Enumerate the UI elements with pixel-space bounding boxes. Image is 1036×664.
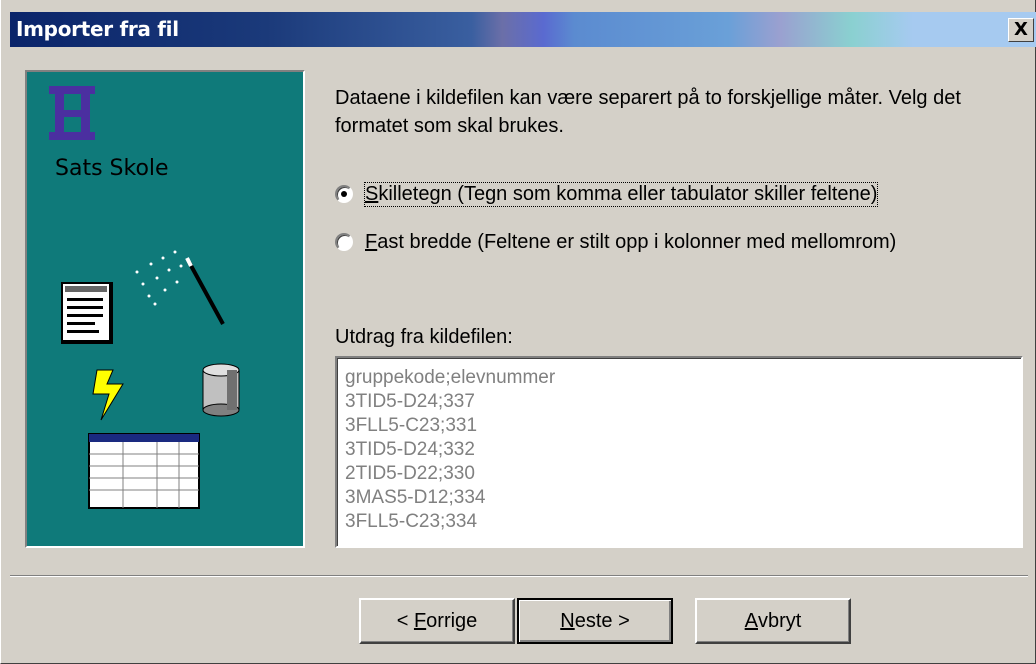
database-icon xyxy=(202,363,240,417)
divider xyxy=(10,575,1028,577)
document-icon xyxy=(61,282,113,344)
back-rest: orrige xyxy=(426,609,478,632)
intro-text: Dataene i kildefilen kan være separert p… xyxy=(335,87,961,137)
wizard-illustration xyxy=(49,86,240,509)
wizard-side-panel: Sats Skole xyxy=(25,70,305,548)
cancel-mnemonic: A xyxy=(744,609,758,632)
logo-text: Sats Skole xyxy=(55,156,169,181)
radio-button-checked[interactable] xyxy=(335,185,353,203)
excerpt-line: 3TID5-D24;332 xyxy=(345,439,475,460)
back-button[interactable]: < Forrige xyxy=(359,598,515,644)
table-icon xyxy=(88,433,200,509)
radio-option-delimited[interactable]: Skilletegn (Tegn som komma eller tabulat… xyxy=(335,180,879,208)
back-prefix: < xyxy=(396,609,414,632)
radio-option-fixed-width[interactable]: Fast bredde (Feltene er stilt opp i kolo… xyxy=(335,228,896,256)
lightning-icon xyxy=(92,369,124,421)
excerpt-line: 3TID5-D24;337 xyxy=(345,391,475,412)
radio-label-fixed-width[interactable]: Fast bredde (Feltene er stilt opp i kolo… xyxy=(365,231,896,254)
excerpt-line: gruppekode;elevnummer xyxy=(345,367,556,388)
magic-wand-icon xyxy=(135,250,225,325)
next-rest: este > xyxy=(574,609,630,632)
import-dialog: Importer fra fil X Sats Skole Dataene i … xyxy=(0,0,1036,664)
dialog-title: Importer fra fil xyxy=(16,17,179,41)
radio-label-delimited[interactable]: Skilletegn (Tegn som komma eller tabulat… xyxy=(363,181,879,207)
excerpt-line: 3FLL5-C23;331 xyxy=(345,415,478,436)
source-file-excerpt[interactable]: gruppekode;elevnummer 3TID5-D24;337 3FLL… xyxy=(335,356,1023,548)
option-text: ast bredde (Feltene er stilt opp i kolon… xyxy=(377,230,897,253)
back-mnemonic: F xyxy=(413,609,427,632)
cancel-rest: vbryt xyxy=(758,609,802,632)
mnemonic: S xyxy=(365,182,379,205)
close-button[interactable]: X xyxy=(1008,18,1034,42)
mnemonic: F xyxy=(365,230,378,253)
radio-button-unchecked[interactable] xyxy=(335,233,353,251)
next-mnemonic: N xyxy=(560,609,575,632)
close-icon: X xyxy=(1014,19,1028,40)
excerpt-line: 2TID5-D22;330 xyxy=(345,463,475,484)
option-text: killetegn (Tegn som komma eller tabulato… xyxy=(378,182,878,205)
excerpt-line: 3FLL5-C23;334 xyxy=(345,511,478,532)
cancel-button[interactable]: Avbryt xyxy=(695,598,851,644)
next-button[interactable]: Neste > xyxy=(517,598,673,644)
title-bar[interactable]: Importer fra fil X xyxy=(10,12,1036,47)
excerpt-label: Utdrag fra kildefilen: xyxy=(335,326,513,348)
sats-logo-icon xyxy=(49,86,95,140)
excerpt-line: 3MAS5-D12;334 xyxy=(345,487,486,508)
